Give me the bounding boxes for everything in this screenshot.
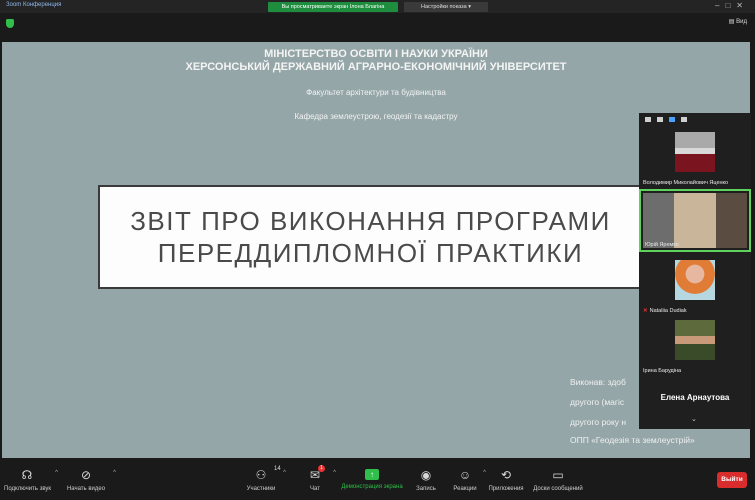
participant-tile[interactable]: Ірина Барудіна <box>639 313 751 376</box>
chat-caret[interactable]: ^ <box>333 470 336 476</box>
ministry-header: МІНІСТЕРСТВО ОСВІТИ І НАУКИ УКРАЇНИ ХЕРС… <box>2 48 750 74</box>
maximize-icon[interactable]: □ <box>725 1 736 10</box>
ministry-line-2: ХЕРСОНСЬКИЙ ДЕРЖАВНИЙ АГРАРНО-ЕКОНОМІЧНИ… <box>185 61 567 73</box>
panel-toolbar <box>639 113 751 125</box>
participant-video <box>675 320 715 360</box>
whiteboard-icon: ▭ <box>552 468 564 482</box>
close-icon[interactable]: ✕ <box>736 1 749 10</box>
author-line: другого року н <box>570 417 627 427</box>
start-video-button[interactable]: ⊘ Начать видео ^ <box>64 458 116 500</box>
share-screen-button[interactable]: ↑ Демонстрация экрана <box>340 458 404 500</box>
audio-options-caret[interactable]: ^ <box>55 470 58 476</box>
headphones-icon: ☊ <box>21 468 33 482</box>
reactions-button[interactable]: ☺ Реакции ^ <box>452 458 486 500</box>
strip-view-icon[interactable] <box>657 116 663 122</box>
leave-meeting-button[interactable]: Выйти <box>717 472 747 488</box>
report-title-line-1: ЗВІТ ПРО ВИКОНАННЯ ПРОГРАМИ <box>130 206 611 236</box>
author-line: Виконав: здоб <box>570 377 626 387</box>
title-bar: Зоom Конференция Вы просматриваете экран… <box>0 0 755 13</box>
join-audio-button[interactable]: ☊ Подключить звук ^ <box>4 458 58 500</box>
ministry-line-1: МІНІСТЕРСТВО ОСВІТИ І НАУКИ УКРАЇНИ <box>264 48 488 60</box>
chat-badge: 1 <box>318 465 325 472</box>
reactions-caret[interactable]: ^ <box>483 470 486 476</box>
shared-screen-slide: МІНІСТЕРСТВО ОСВІТИ І НАУКИ УКРАЇНИ ХЕРС… <box>2 42 750 458</box>
participants-icon: ⚇ <box>255 468 267 482</box>
participant-video <box>675 260 715 300</box>
whiteboards-button[interactable]: ▭ Доски сообщений <box>532 458 584 500</box>
window-controls: –□✕ <box>715 1 749 10</box>
faculty-text: Факультет архітектури та будівництва <box>306 88 446 97</box>
window-title: Зоom Конференция <box>6 2 62 8</box>
screen-share-status-pill[interactable]: Вы просматриваете экран Ілона Благіна <box>268 2 398 12</box>
meeting-toolbar: ☊ Подключить звук ^ ⊘ Начать видео ^ ⚇ 1… <box>0 458 755 500</box>
author-line: другого (магіс <box>570 397 625 407</box>
minimize-panel-icon[interactable] <box>645 116 651 122</box>
participant-tile[interactable]: ✕ Nataliia Dudiak <box>639 253 751 316</box>
view-options-dropdown[interactable]: Настройки показа ▾ <box>404 2 488 12</box>
department-text: Кафедра землеустрою, геодезії та кадастр… <box>294 112 458 121</box>
participant-name: Ірина Барудіна <box>643 368 682 374</box>
chat-button[interactable]: ✉ 1 Чат ^ <box>302 458 336 500</box>
participants-video-panel: Володимир Миколайович Яценко Юрій Яремко… <box>639 113 751 429</box>
participant-tile-active[interactable]: Юрій Яремко <box>639 189 751 252</box>
minimize-icon[interactable]: – <box>715 1 725 10</box>
participant-name: Володимир Миколайович Яценко <box>643 180 729 186</box>
participants-button[interactable]: ⚇ 14 Участники ^ <box>244 458 286 500</box>
report-title-line-2: ПЕРЕДДИПЛОМНОЇ ПРАКТИКИ <box>157 238 584 268</box>
fullscreen-icon[interactable] <box>681 116 687 122</box>
participants-caret[interactable]: ^ <box>283 470 286 476</box>
participant-video <box>675 132 715 172</box>
record-icon: ◉ <box>420 468 432 482</box>
apps-button[interactable]: ⟲ Приложения <box>488 458 524 500</box>
view-button[interactable]: ▤ Вид <box>729 18 747 25</box>
reactions-icon: ☺ <box>458 468 472 482</box>
report-title-box: ЗВІТ ПРО ВИКОНАННЯ ПРОГРАМИ ПЕРЕДДИПЛОМН… <box>98 185 643 289</box>
active-speaker-name[interactable]: Елена Арнаутова <box>639 393 751 402</box>
record-button[interactable]: ◉ Запись <box>414 458 438 500</box>
author-line: ОПП «Геодезія та землеустрій» <box>570 435 695 445</box>
speaker-view-icon[interactable] <box>669 116 675 122</box>
participants-count: 14 <box>274 466 281 472</box>
zoom-window: Зоom Конференция Вы просматриваете экран… <box>0 0 755 500</box>
shield-icon[interactable] <box>6 19 14 28</box>
participant-tile[interactable]: Володимир Миколайович Яценко <box>639 125 751 188</box>
share-screen-icon: ↑ <box>365 469 379 480</box>
participant-name: Юрій Яремко <box>645 242 679 248</box>
chevron-down-icon[interactable]: ⌄ <box>691 415 697 423</box>
apps-icon: ⟲ <box>500 468 512 482</box>
participant-video <box>643 193 747 248</box>
video-options-caret[interactable]: ^ <box>113 470 116 476</box>
video-off-icon: ⊘ <box>80 468 92 482</box>
meeting-info-bar: ▤ Вид <box>0 13 755 42</box>
